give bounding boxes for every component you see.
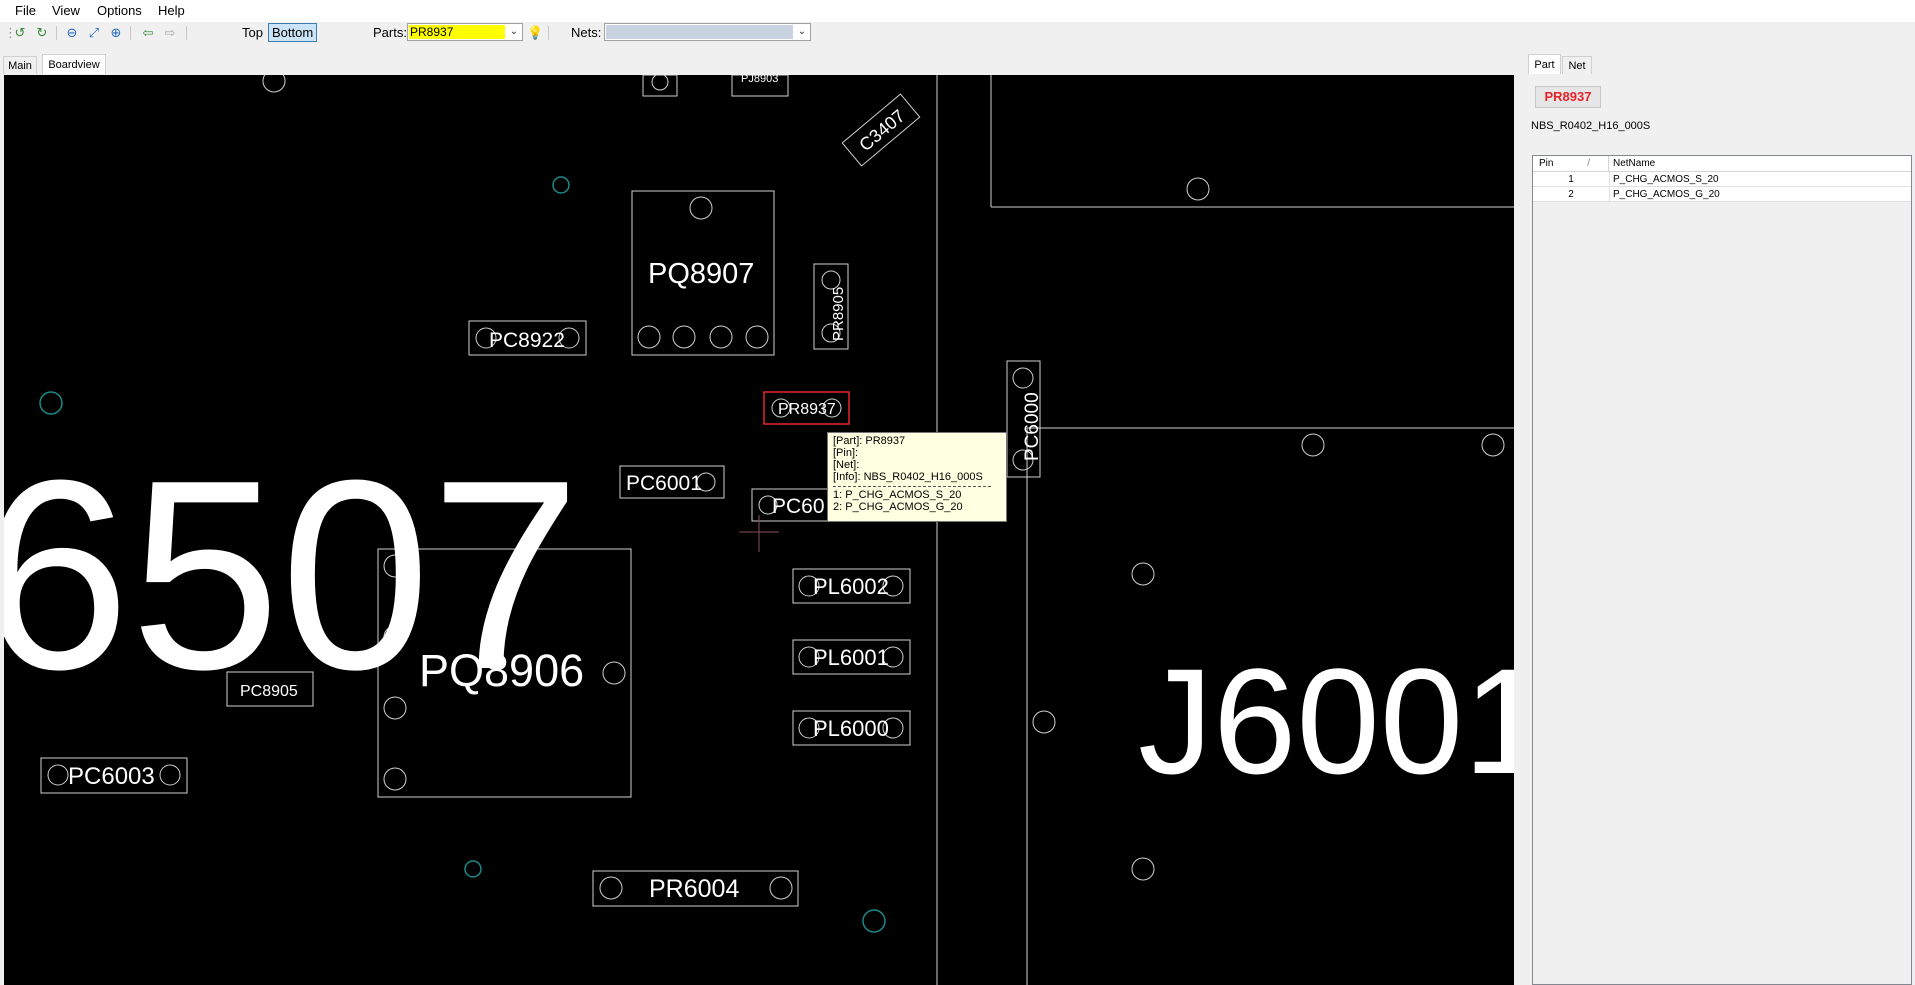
part-label-c3407: C3407: [855, 106, 908, 155]
via: [862, 909, 886, 933]
pad: [1131, 857, 1155, 881]
menu-view[interactable]: View: [52, 3, 80, 18]
part-label-pj8903: PJ8903: [741, 75, 778, 85]
part-label-pq8907: PQ8907: [648, 258, 754, 290]
pad: [1186, 177, 1210, 201]
pin-cell: 1: [1533, 172, 1610, 187]
tooltip-part: [Part]: PR8937: [833, 435, 906, 447]
menu-options[interactable]: Options: [97, 3, 142, 18]
tooltip-info: [Info]: NBS_R0402_H16_000S: [833, 471, 983, 483]
parts-combo[interactable]: PR8937 ⌄: [407, 23, 523, 41]
column-header-pin[interactable]: Pin /: [1533, 156, 1609, 172]
pad: [821, 270, 841, 290]
fit-view-icon[interactable]: ⤢: [86, 25, 102, 41]
part-label-pl6002: PL6002: [813, 574, 889, 599]
pad: [651, 75, 669, 91]
part-label-pc6001: PC6001: [626, 472, 702, 495]
part-label-pc8905: PC8905: [240, 683, 298, 700]
pad: [769, 876, 793, 900]
nets-label: Nets:: [571, 25, 602, 40]
chevron-down-icon[interactable]: ⌄: [794, 24, 810, 40]
rotate-right-icon[interactable]: ↻: [34, 25, 50, 41]
pad: [1032, 710, 1056, 734]
pad: [1131, 562, 1155, 586]
big-part-label-right: J6001: [1138, 637, 1514, 805]
board-canvas[interactable]: 6507 J6001 PJ8903 C3407 PQ8907 PR8905 PC…: [4, 75, 1514, 985]
pad: [672, 325, 696, 349]
table-row[interactable]: 1 P_CHG_ACMOS_S_20: [1533, 172, 1911, 187]
part-label-pq8906: PQ8906: [419, 645, 584, 696]
nets-combo[interactable]: ⌄: [604, 23, 811, 41]
pin-cell: 2: [1533, 187, 1610, 202]
column-header-pin-label: Pin: [1539, 158, 1554, 169]
menu-file[interactable]: File: [15, 3, 36, 18]
pad: [1012, 367, 1034, 389]
netname-cell: P_CHG_ACMOS_S_20: [1613, 174, 1719, 185]
back-arrow-icon[interactable]: ⇦: [140, 25, 156, 41]
zoom-out-icon[interactable]: ⊖: [64, 25, 80, 41]
pad: [709, 325, 733, 349]
part-tooltip: [Part]: PR8937 [Pin]: [Net]: [Info]: NBS…: [827, 432, 1007, 522]
bulb-icon[interactable]: 💡: [527, 25, 543, 41]
via: [39, 391, 63, 415]
rotate-left-icon[interactable]: ↺: [12, 25, 28, 41]
column-header-netname[interactable]: NetName: [1609, 156, 1911, 172]
tooltip-pin1: 1: P_CHG_ACMOS_S_20: [833, 489, 962, 501]
parts-label: Parts:: [373, 25, 407, 40]
part-label-pl6000: PL6000: [813, 716, 889, 741]
pad: [1481, 433, 1505, 457]
part-footprint: NBS_R0402_H16_000S: [1531, 120, 1651, 132]
pad: [745, 325, 769, 349]
part-label-pc60: PC60: [772, 495, 825, 518]
tab-part[interactable]: Part: [1528, 54, 1561, 74]
toolbar: ⋮ ↺ ↻ ⊖ ⤢ ⊕ ⇦ ⇨ Top Bottom Parts: PR8937…: [0, 22, 1915, 44]
pad: [383, 767, 407, 791]
part-panel: Part Net PR8937 NBS_R0402_H16_000S Pin /…: [1520, 50, 1915, 985]
tab-net[interactable]: Net: [1562, 56, 1592, 74]
toolbar-separator: [186, 26, 187, 40]
part-label-pc6003: PC6003: [68, 763, 155, 790]
selected-part-name: PR8937: [1535, 86, 1601, 108]
pad: [47, 764, 69, 786]
pin-table[interactable]: Pin / NetName 1 P_CHG_ACMOS_S_20 2 P_CHG…: [1532, 155, 1912, 985]
via: [552, 176, 570, 194]
pad: [599, 876, 623, 900]
pad: [602, 661, 626, 685]
pad: [637, 325, 661, 349]
toolbar-grip-icon: ⋮: [4, 25, 17, 40]
forward-arrow-icon[interactable]: ⇨: [162, 25, 178, 41]
toolbar-separator: [548, 26, 549, 40]
part-label-pl6001: PL6001: [813, 645, 889, 670]
part-label-pr8937: PR8937: [778, 401, 836, 418]
tooltip-divider: [833, 486, 991, 487]
tab-boardview[interactable]: Boardview: [42, 54, 106, 74]
part-label-pr6004: PR6004: [649, 875, 739, 903]
table-row[interactable]: 2 P_CHG_ACMOS_G_20: [1533, 187, 1911, 202]
menu-bar: File View Options Help: [0, 0, 1915, 22]
part-label-pr8905: PR8905: [830, 287, 847, 341]
nets-highlight: [606, 25, 793, 39]
netname-cell: P_CHG_ACMOS_G_20: [1613, 189, 1720, 200]
part-outline[interactable]: [642, 75, 678, 97]
toolbar-separator: [56, 26, 57, 40]
chevron-down-icon[interactable]: ⌄: [506, 24, 522, 40]
tooltip-pin: [Pin]:: [833, 447, 859, 459]
pad: [1301, 433, 1325, 457]
tooltip-pin2: 2: P_CHG_ACMOS_G_20: [833, 501, 963, 513]
toolbar-separator: [130, 26, 131, 40]
zoom-in-icon[interactable]: ⊕: [108, 25, 124, 41]
side-top-button[interactable]: Top: [242, 25, 263, 40]
pad: [262, 75, 286, 93]
pad: [159, 764, 181, 786]
part-label-pc8922: PC8922: [489, 329, 565, 352]
parts-value: PR8937: [410, 25, 454, 39]
part-label-pc6000: PC6000: [1022, 392, 1043, 461]
sort-icon: /: [1587, 158, 1590, 169]
side-bottom-button[interactable]: Bottom: [268, 23, 318, 42]
pad: [689, 196, 713, 220]
tooltip-net: [Net]:: [833, 459, 860, 471]
menu-help[interactable]: Help: [158, 3, 185, 18]
tab-main[interactable]: Main: [3, 56, 37, 74]
via: [464, 860, 482, 878]
